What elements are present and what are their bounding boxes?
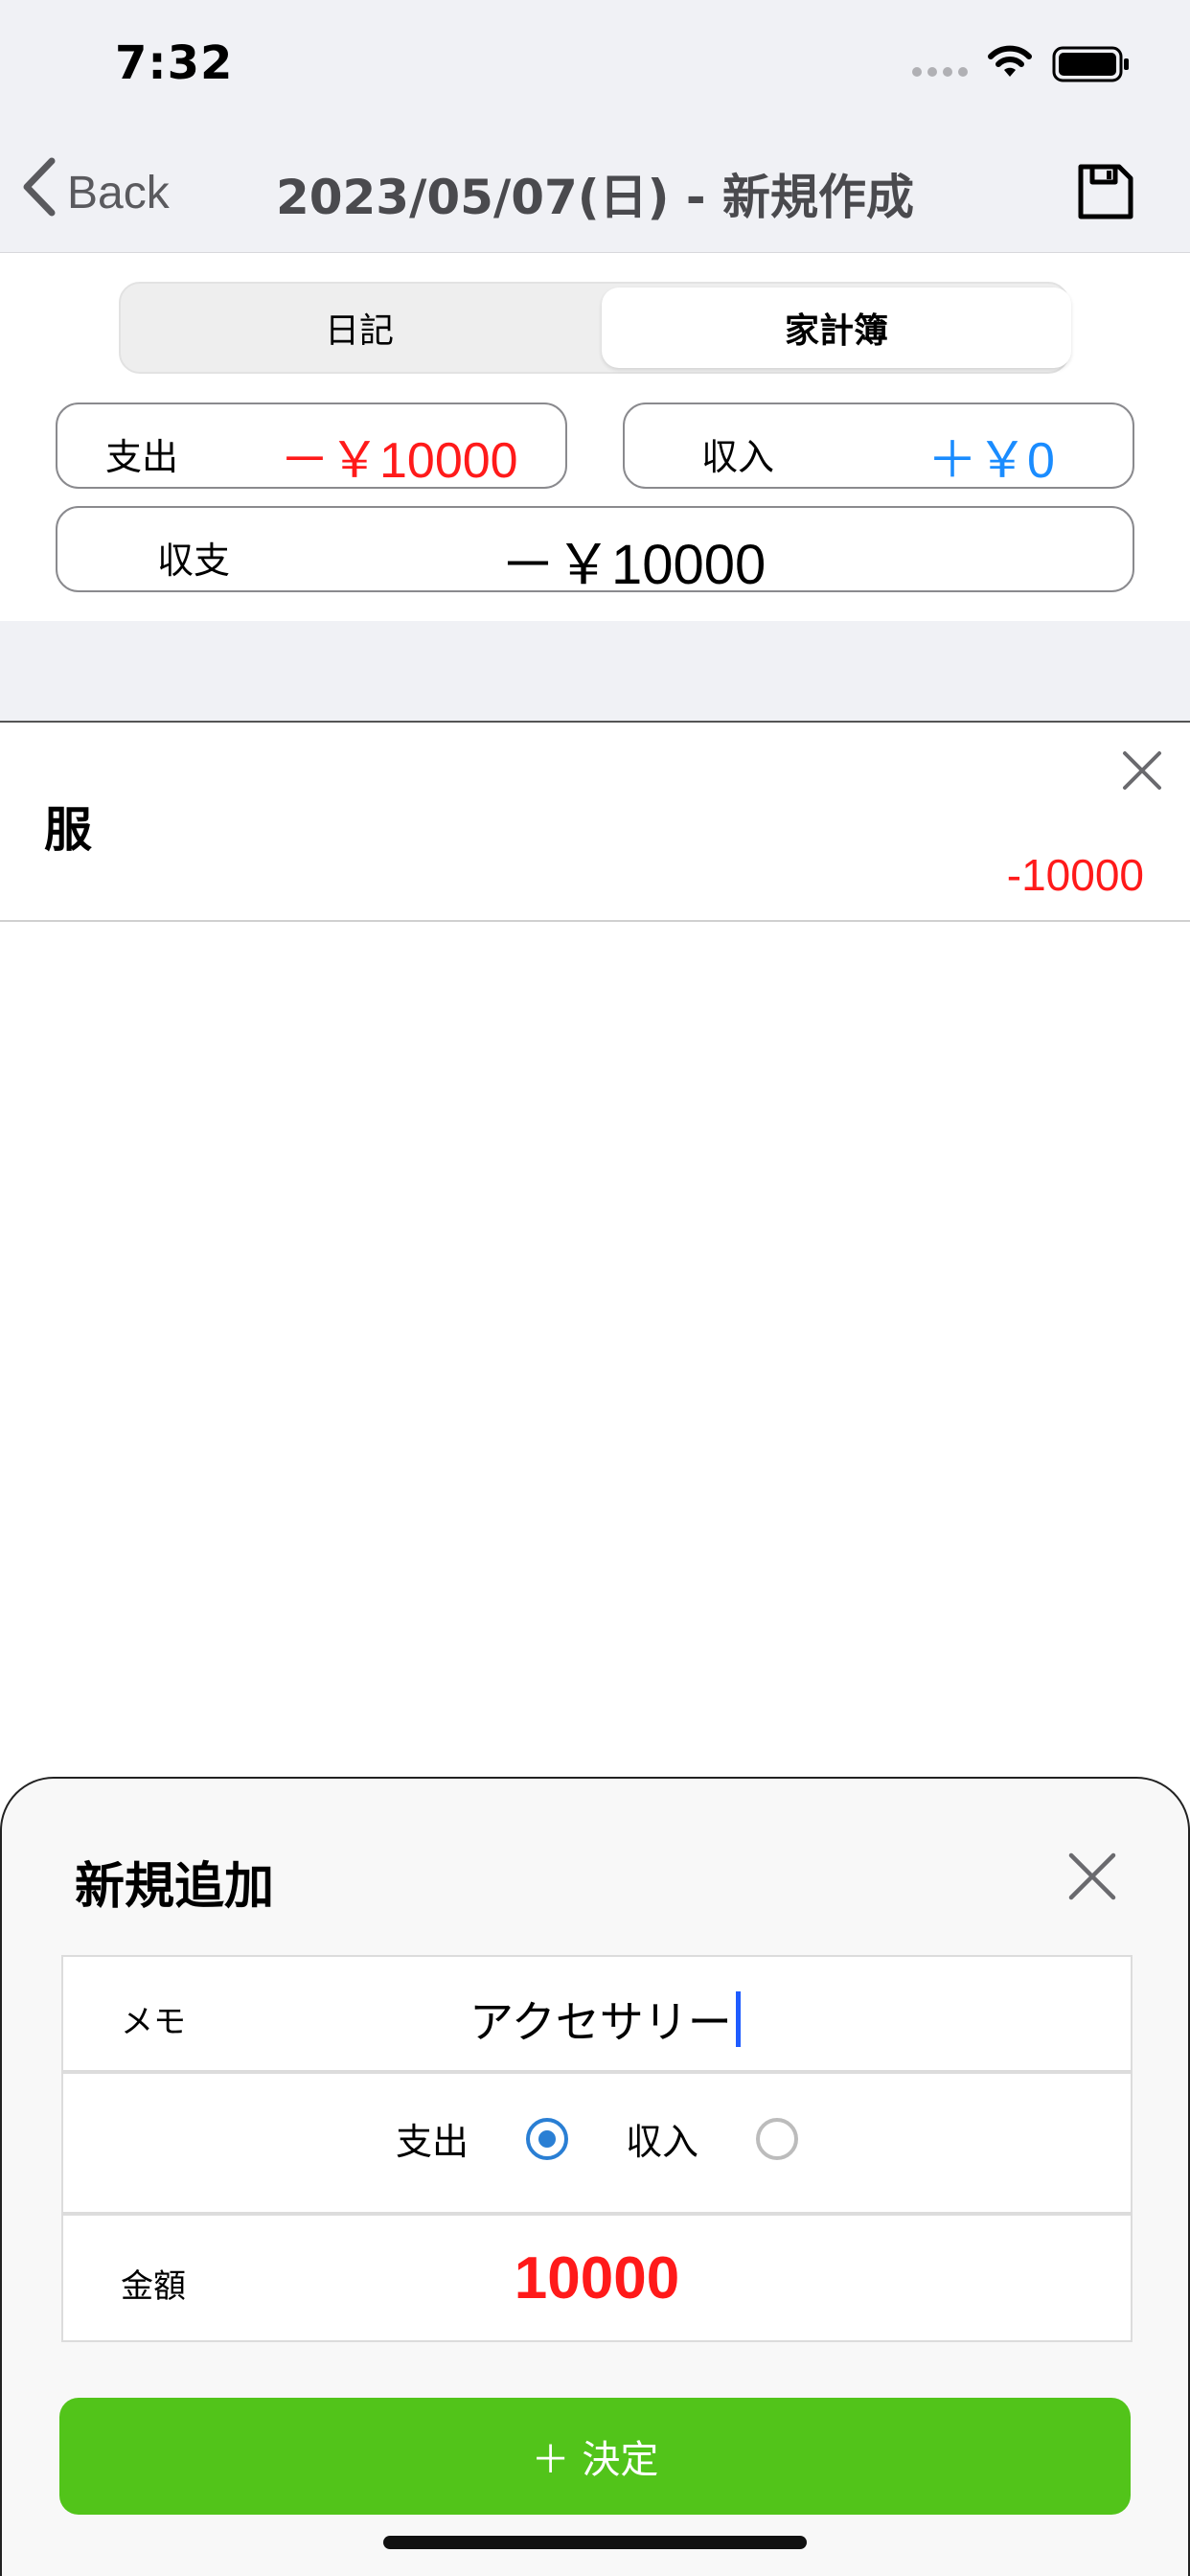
- amount-row: 金額 10000: [61, 2214, 1133, 2342]
- income-summary: 収入 ＋￥0: [623, 402, 1134, 489]
- amount-field[interactable]: 10000: [63, 2244, 1131, 2312]
- tab-diary[interactable]: 日記: [125, 288, 594, 368]
- wifi-icon: [985, 42, 1035, 84]
- type-radio-group: 支出 収入: [63, 2112, 1131, 2165]
- type-row: 支出 収入: [61, 2072, 1133, 2214]
- sheet-title: 新規追加: [75, 1858, 275, 1916]
- save-icon[interactable]: [1075, 161, 1136, 226]
- confirm-button[interactable]: ＋ 決定: [59, 2398, 1131, 2515]
- expense-summary-label: 支出: [105, 436, 179, 478]
- text-caret: [735, 1991, 741, 2047]
- cellular-signal-icon: [912, 67, 968, 77]
- list-item[interactable]: 服 -10000: [0, 723, 1190, 922]
- expense-summary-value: －￥10000: [280, 433, 518, 489]
- income-radio[interactable]: [756, 2117, 799, 2160]
- memo-field[interactable]: アクセサリー: [469, 1988, 741, 2051]
- status-time: 7:32: [115, 36, 234, 90]
- balance-summary-label: 収支: [157, 540, 231, 582]
- battery-icon: [1052, 46, 1131, 86]
- memo-row: メモ アクセサリー: [61, 1955, 1133, 2072]
- tab-household-ledger[interactable]: 家計簿: [602, 288, 1071, 368]
- memo-label: メモ: [121, 2003, 186, 2041]
- expense-summary: 支出 －￥10000: [56, 402, 567, 489]
- type-income-label: 収入: [626, 2121, 699, 2163]
- income-summary-value: ＋￥0: [927, 433, 1055, 489]
- mode-segmented-control: 日記 家計簿: [119, 282, 1071, 374]
- expense-radio[interactable]: [526, 2117, 568, 2160]
- close-icon[interactable]: [1119, 748, 1165, 797]
- entry-amount: -10000: [1006, 850, 1144, 900]
- type-expense-label: 支出: [395, 2121, 469, 2163]
- balance-summary-value: －￥10000: [500, 534, 767, 596]
- entry-category: 服: [44, 802, 92, 858]
- memo-value: アクセサリー: [469, 1996, 732, 2048]
- balance-summary: 収支 －￥10000: [56, 506, 1134, 596]
- income-summary-label: 収入: [701, 436, 775, 478]
- page-title: 2023/05/07(日) - 新規作成: [275, 170, 915, 225]
- home-indicator: [383, 2536, 807, 2549]
- section-divider: [0, 621, 1190, 723]
- close-icon[interactable]: [1065, 1850, 1119, 1907]
